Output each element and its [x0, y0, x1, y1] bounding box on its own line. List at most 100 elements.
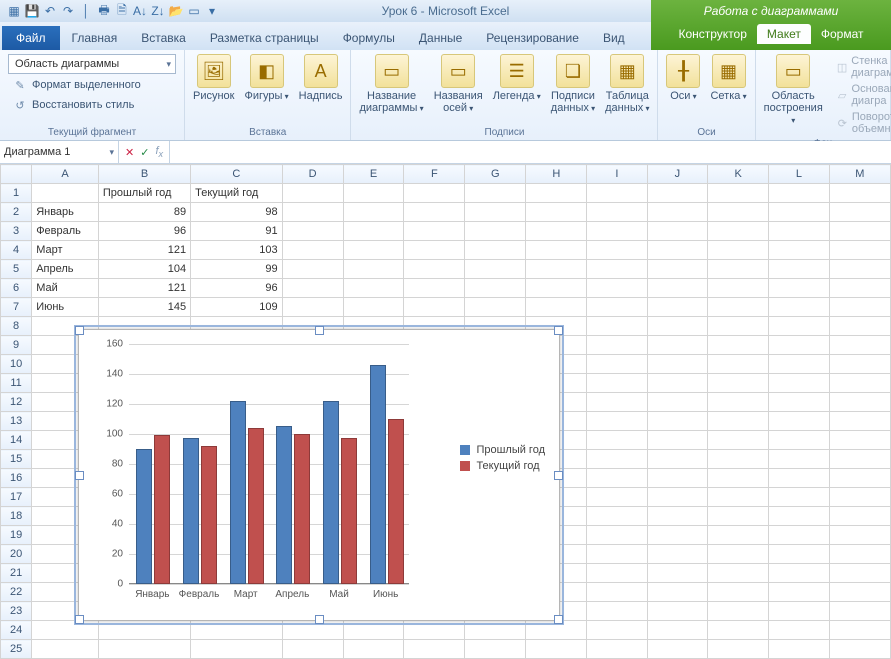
cell[interactable] [587, 184, 647, 203]
row-header[interactable]: 19 [1, 526, 32, 545]
row-header[interactable]: 1 [1, 184, 32, 203]
cell[interactable] [465, 184, 526, 203]
tab-formulas[interactable]: Формулы [331, 26, 407, 50]
column-header[interactable]: F [404, 165, 465, 184]
cell[interactable] [769, 279, 830, 298]
resize-handle[interactable] [554, 471, 563, 480]
column-header[interactable]: E [343, 165, 404, 184]
cell[interactable] [829, 602, 890, 621]
bar[interactable] [248, 428, 264, 585]
row-header[interactable]: 4 [1, 241, 32, 260]
cell[interactable] [465, 621, 526, 640]
cell[interactable] [343, 222, 404, 241]
chart-legend[interactable]: Прошлый год Текущий год [460, 440, 545, 476]
cell[interactable]: Апрель [32, 260, 99, 279]
cell[interactable] [587, 298, 647, 317]
cell[interactable] [769, 564, 830, 583]
bar[interactable] [183, 438, 199, 584]
row-header[interactable]: 2 [1, 203, 32, 222]
resize-handle[interactable] [554, 615, 563, 624]
cell[interactable] [465, 203, 526, 222]
tab-layout[interactable]: Разметка страницы [198, 26, 331, 50]
cell[interactable] [587, 393, 647, 412]
cell[interactable]: Июнь [32, 298, 99, 317]
cell[interactable]: Май [32, 279, 99, 298]
cell[interactable] [587, 621, 647, 640]
bar[interactable] [136, 449, 152, 585]
cell[interactable]: Январь [32, 203, 99, 222]
cell[interactable] [829, 260, 890, 279]
axis-titles-button[interactable]: ▭Названия осей [434, 54, 483, 114]
cell[interactable] [647, 583, 708, 602]
cell[interactable] [343, 184, 404, 203]
cell[interactable] [708, 298, 769, 317]
cell[interactable] [708, 241, 769, 260]
cell[interactable] [404, 203, 465, 222]
cell[interactable] [587, 374, 647, 393]
cell[interactable] [647, 222, 708, 241]
cell[interactable] [343, 260, 404, 279]
cell[interactable] [587, 507, 647, 526]
tab-review[interactable]: Рецензирование [474, 26, 591, 50]
cell[interactable] [769, 431, 830, 450]
chart-object[interactable]: 020406080100120140160ЯнварьФевральМартАп… [78, 329, 560, 621]
cell[interactable] [708, 564, 769, 583]
cell[interactable] [708, 222, 769, 241]
cell[interactable]: 104 [98, 260, 190, 279]
cell[interactable] [769, 545, 830, 564]
cell[interactable] [404, 184, 465, 203]
cell[interactable]: Прошлый год [98, 184, 190, 203]
cancel-icon[interactable]: ✕ [125, 146, 134, 159]
column-header[interactable]: H [526, 165, 587, 184]
plot-area-button[interactable]: ▭Область построения [764, 54, 823, 126]
cell[interactable] [647, 241, 708, 260]
cell[interactable] [404, 621, 465, 640]
cell[interactable] [587, 583, 647, 602]
cell[interactable] [587, 488, 647, 507]
row-header[interactable]: 14 [1, 431, 32, 450]
cell[interactable]: 91 [191, 222, 282, 241]
cell[interactable]: Текущий год [191, 184, 282, 203]
cell[interactable] [708, 583, 769, 602]
cell[interactable] [708, 526, 769, 545]
cell[interactable] [587, 279, 647, 298]
cell[interactable] [769, 336, 830, 355]
chart-title-button[interactable]: ▭Название диаграммы [359, 54, 423, 114]
qat-more-icon[interactable]: ▾ [204, 3, 220, 19]
cell[interactable] [829, 222, 890, 241]
cell[interactable] [465, 279, 526, 298]
row-header[interactable]: 20 [1, 545, 32, 564]
axes-button[interactable]: ╂Оси [666, 54, 700, 102]
name-box[interactable]: Диаграмма 1 [0, 141, 119, 163]
cell[interactable] [769, 412, 830, 431]
cell[interactable] [708, 488, 769, 507]
sort-desc-icon[interactable]: Z↓ [150, 3, 166, 19]
cell[interactable] [708, 412, 769, 431]
cell[interactable] [647, 450, 708, 469]
cell[interactable] [526, 184, 587, 203]
cell[interactable] [769, 393, 830, 412]
cell[interactable] [647, 298, 708, 317]
open-icon[interactable]: 📂 [168, 3, 184, 19]
cell[interactable] [769, 602, 830, 621]
cell[interactable] [769, 469, 830, 488]
resize-handle[interactable] [554, 326, 563, 335]
cell[interactable] [829, 317, 890, 336]
row-header[interactable]: 6 [1, 279, 32, 298]
tab-chart-design[interactable]: Конструктор [668, 24, 756, 44]
redo-icon[interactable]: ↷ [60, 3, 76, 19]
row-header[interactable]: 25 [1, 640, 32, 659]
bar[interactable] [154, 435, 170, 584]
bar[interactable] [388, 419, 404, 585]
column-header[interactable]: L [769, 165, 830, 184]
chart-element-selector[interactable]: Область диаграммы [8, 54, 176, 74]
cell[interactable] [587, 203, 647, 222]
cell[interactable] [769, 488, 830, 507]
cell[interactable] [587, 564, 647, 583]
tab-insert[interactable]: Вставка [129, 26, 198, 50]
cell[interactable] [769, 640, 830, 659]
row-header[interactable]: 17 [1, 488, 32, 507]
cell[interactable] [526, 640, 587, 659]
cell[interactable]: 99 [191, 260, 282, 279]
cell[interactable] [708, 450, 769, 469]
